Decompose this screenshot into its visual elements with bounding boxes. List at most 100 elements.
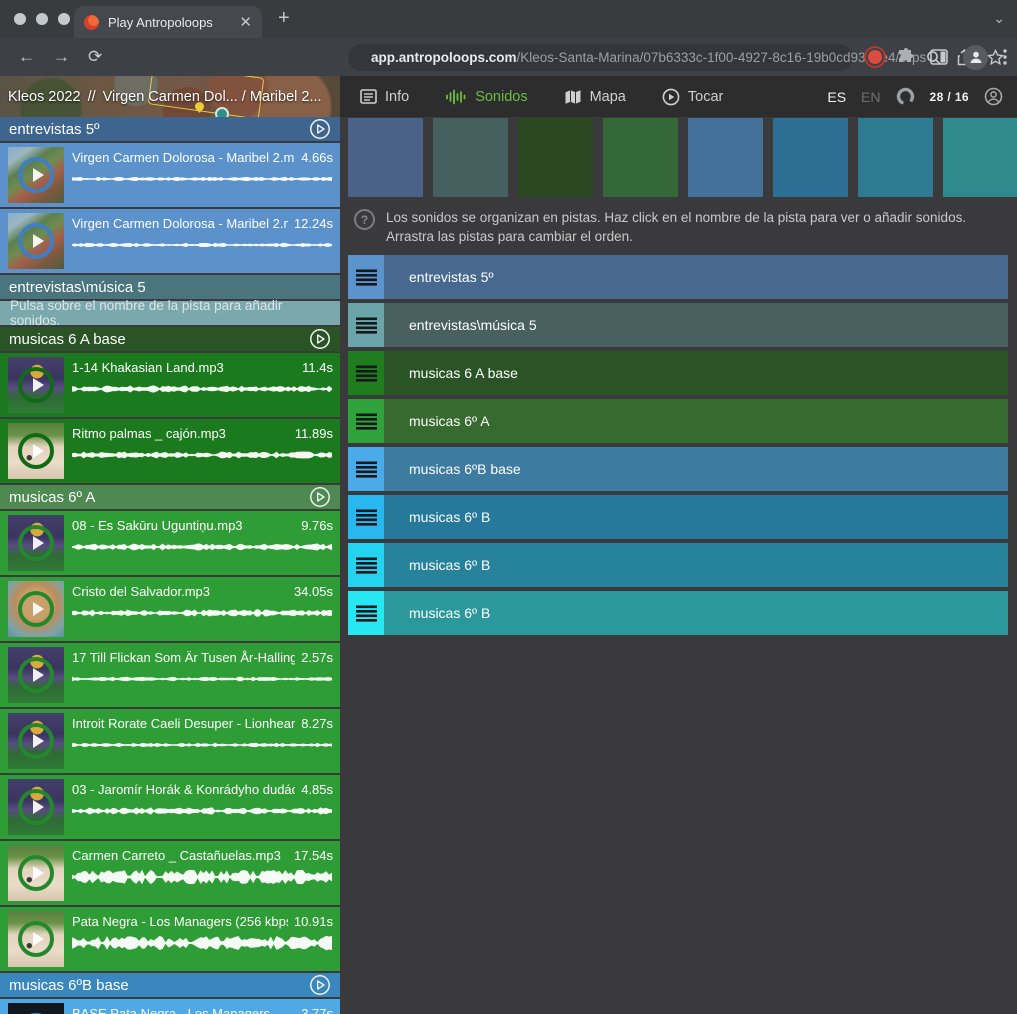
clip-item[interactable]: Carmen Carreto _ Castañuelas.mp317.54s (0, 841, 340, 905)
new-tab-button[interactable]: + (278, 8, 290, 28)
track-drag-handle[interactable] (348, 543, 384, 587)
clip-thumbnail[interactable] (8, 713, 64, 769)
clip-item[interactable]: Ritmo palmas _ cajón.mp311.89s (0, 419, 340, 483)
track-row[interactable]: musicas 6ºB base (348, 447, 1008, 491)
track-row[interactable]: entrevistas 5º (348, 255, 1008, 299)
window-close-button[interactable] (14, 13, 26, 25)
track-row[interactable]: musicas 6 A base (348, 351, 1008, 395)
clip-item[interactable]: Introit Rorate Caeli Desuper - Lionheart… (0, 709, 340, 773)
clip-play-icon[interactable] (18, 789, 54, 825)
track-row[interactable]: musicas 6º B (348, 495, 1008, 539)
track-drag-handle[interactable] (348, 303, 384, 347)
track-drag-handle[interactable] (348, 447, 384, 491)
clip-thumbnail[interactable] (8, 1003, 64, 1014)
clip-thumbnail[interactable] (8, 911, 64, 967)
account-icon[interactable] (984, 87, 1003, 106)
clip-thumbnail[interactable] (8, 515, 64, 571)
browser-menu-icon[interactable] (1003, 49, 1007, 65)
track-drag-handle[interactable] (348, 351, 384, 395)
clip-play-icon[interactable] (18, 433, 54, 469)
track-play-icon[interactable] (309, 486, 331, 508)
record-extension-icon[interactable] (868, 50, 882, 64)
breadcrumb-path[interactable]: Virgen Carmen Dol... / Maribel 2... (103, 89, 322, 105)
tracks-panel: ? Los sonidos se organizan en pistas. Ha… (348, 117, 1017, 1014)
clip-thumbnail[interactable] (8, 213, 64, 269)
reload-button[interactable]: ⟳ (88, 47, 102, 67)
clip-item[interactable]: 17 Till Flickan Som Är Tusen År-Halling … (0, 643, 340, 707)
clip-thumbnail[interactable] (8, 147, 64, 203)
language-es-button[interactable]: ES (827, 89, 846, 105)
track-section-title: entrevistas 5º (9, 121, 309, 138)
track-row-label: musicas 6ºB base (409, 461, 521, 477)
track-section-header[interactable]: musicas 6ºB base (0, 973, 340, 997)
track-section-header[interactable]: entrevistas 5º (0, 117, 340, 141)
track-row-body[interactable]: musicas 6º B (384, 543, 1008, 587)
extensions-puzzle-icon[interactable] (897, 48, 915, 66)
clip-play-icon[interactable] (18, 723, 54, 759)
tab-sonidos[interactable]: Sonidos (445, 89, 527, 105)
clip-play-icon[interactable] (18, 367, 54, 403)
breadcrumb[interactable]: Kleos 2022//Virgen Carmen Dol... / Marib… (0, 76, 340, 117)
clip-thumbnail[interactable] (8, 357, 64, 413)
clip-item[interactable]: Cristo del Salvador.mp334.05s (0, 577, 340, 641)
track-row-body[interactable]: entrevistas\música 5 (384, 303, 1008, 347)
track-play-icon[interactable] (309, 118, 331, 140)
clip-name: 03 - Jaromír Horák & Konrádyho dudácká .… (72, 782, 295, 797)
track-row[interactable]: musicas 6º A (348, 399, 1008, 443)
track-drag-handle[interactable] (348, 255, 384, 299)
clip-play-icon[interactable] (18, 223, 54, 259)
back-button[interactable]: ← (18, 47, 35, 67)
clip-item[interactable]: 1-14 Khakasian Land.mp311.4s (0, 353, 340, 417)
side-panel-icon[interactable] (930, 49, 948, 65)
track-drag-handle[interactable] (348, 591, 384, 635)
clip-item[interactable]: Virgen Carmen Dolorosa - Maribel 2.mp34.… (0, 143, 340, 207)
clip-thumbnail[interactable] (8, 423, 64, 479)
clip-play-icon[interactable] (18, 591, 54, 627)
track-section-header[interactable]: musicas 6 A base (0, 327, 340, 351)
clip-item[interactable]: 03 - Jaromír Horák & Konrádyho dudácká .… (0, 775, 340, 839)
track-section-header[interactable]: musicas 6º A (0, 485, 340, 509)
clip-waveform (72, 538, 333, 556)
clip-play-icon[interactable] (18, 921, 54, 957)
clip-play-icon[interactable] (18, 525, 54, 561)
track-row[interactable]: entrevistas\música 5 (348, 303, 1008, 347)
clip-thumbnail[interactable] (8, 779, 64, 835)
language-en-button[interactable]: EN (861, 89, 880, 105)
track-row-body[interactable]: musicas 6 A base (384, 351, 1008, 395)
breadcrumb-project[interactable]: Kleos 2022 (8, 89, 81, 105)
track-row[interactable]: musicas 6º B (348, 543, 1008, 587)
tab-tocar[interactable]: Tocar (662, 88, 723, 106)
clip-thumbnail[interactable] (8, 581, 64, 637)
track-section-header[interactable]: entrevistas\música 5 (0, 275, 340, 299)
browser-profile-avatar[interactable] (963, 45, 988, 70)
track-play-icon[interactable] (309, 328, 331, 350)
clip-play-icon[interactable] (18, 855, 54, 891)
forward-button[interactable]: → (53, 47, 70, 67)
track-row-body[interactable]: musicas 6º A (384, 399, 1008, 443)
clip-item[interactable]: Pata Negra - Los Managers (256 kbps).mp3… (0, 907, 340, 971)
track-row[interactable]: musicas 6º B (348, 591, 1008, 635)
tab-search-chevron-icon[interactable]: ⌄ (993, 10, 1005, 27)
track-row-body[interactable]: entrevistas 5º (384, 255, 1008, 299)
tab-info[interactable]: Info (360, 89, 409, 105)
address-bar[interactable]: app.antropoloops.com/Kleos-Santa-Marina/… (348, 44, 853, 71)
track-drag-handle[interactable] (348, 495, 384, 539)
track-row-body[interactable]: musicas 6º B (384, 495, 1008, 539)
clip-play-icon[interactable] (18, 157, 54, 193)
window-minimize-button[interactable] (36, 13, 48, 25)
track-play-icon[interactable] (309, 974, 331, 996)
clip-item[interactable]: Virgen Carmen Dolorosa - Maribel 2.mp312… (0, 209, 340, 273)
window-zoom-button[interactable] (58, 13, 70, 25)
clip-duration: 34.05s (294, 584, 333, 599)
clip-thumbnail[interactable] (8, 647, 64, 703)
clip-play-icon[interactable] (18, 657, 54, 693)
tab-close-icon[interactable]: ✕ (239, 15, 252, 30)
track-row-body[interactable]: musicas 6º B (384, 591, 1008, 635)
browser-tab[interactable]: Play Antropoloops ✕ (74, 6, 262, 38)
clip-thumbnail[interactable] (8, 845, 64, 901)
tab-mapa[interactable]: Mapa (564, 89, 626, 105)
clip-item[interactable]: 08 - Es Sakūru Uguntiņu.mp39.76s (0, 511, 340, 575)
clip-item[interactable]: BASE Pata Negra - Los Managers3.77s (0, 999, 340, 1014)
track-drag-handle[interactable] (348, 399, 384, 443)
track-row-body[interactable]: musicas 6ºB base (384, 447, 1008, 491)
